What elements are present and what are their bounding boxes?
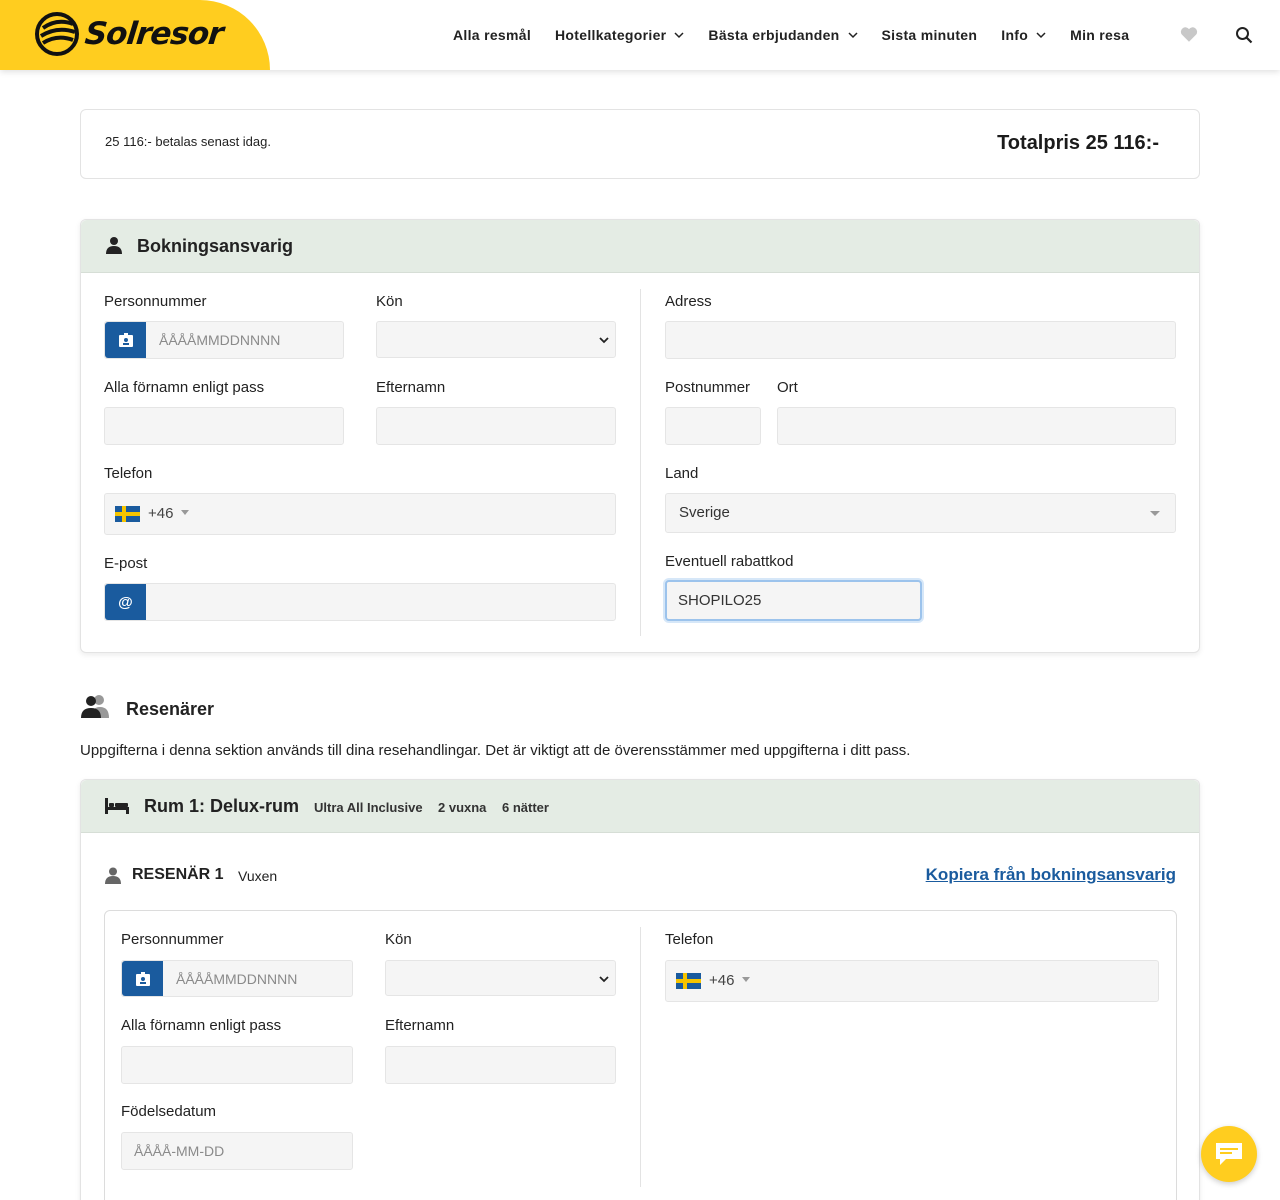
users-icon	[81, 695, 109, 718]
caret-down-icon	[742, 977, 750, 982]
chevron-down-icon	[599, 337, 609, 344]
personnummer-label: Personnummer	[104, 293, 207, 310]
city-label: Ort	[777, 379, 798, 396]
phone-dial-code: +46	[709, 972, 735, 989]
country-label: Land	[665, 465, 699, 482]
room-card-header: Rum 1: Delux-rum Ultra All Inclusive 2 v…	[81, 780, 1199, 833]
chevron-down-icon	[1036, 32, 1046, 39]
nav-label: Alla resmål	[453, 27, 532, 43]
firstnames-input[interactable]	[104, 407, 344, 445]
id-card-icon	[122, 961, 163, 996]
caret-down-icon	[181, 510, 189, 515]
main-nav: Alla resmål Hotellkategorier Bästa erbju…	[453, 0, 1153, 70]
booker-card-header: Bokningsansvarig	[81, 220, 1199, 273]
room-card: Rum 1: Delux-rum Ultra All Inclusive 2 v…	[80, 779, 1200, 1200]
chevron-down-icon	[848, 32, 858, 39]
brand-name: Solresor	[83, 16, 225, 52]
nav-label: Sista minuten	[881, 27, 978, 43]
birthdate-label: Födelsedatum	[121, 1103, 217, 1120]
personnummer-placeholder: ÅÅÅÅMMDDNNNN	[159, 332, 281, 348]
discount-label: Eventuell rabattkod	[665, 553, 794, 570]
room-title: Rum 1: Delux-rum	[144, 796, 300, 816]
lastname-label: Efternamn	[376, 379, 446, 396]
at-sign-icon: @	[105, 584, 146, 620]
firstnames-label: Alla förnamn enligt pass	[121, 1017, 282, 1034]
user-icon	[106, 237, 122, 254]
heart-icon[interactable]	[1180, 26, 1198, 43]
zip-input[interactable]	[665, 407, 761, 445]
nav-item-hotel-categories[interactable]: Hotellkategorier	[555, 27, 684, 43]
id-card-icon	[105, 322, 146, 358]
gender-select[interactable]	[376, 321, 616, 358]
traveller-lastname-input[interactable]	[385, 1046, 616, 1084]
personnummer-placeholder: ÅÅÅÅMMDDNNNN	[176, 971, 298, 987]
firstnames-label: Alla förnamn enligt pass	[104, 379, 265, 396]
sweden-flag-icon[interactable]	[115, 506, 140, 522]
city-input[interactable]	[777, 407, 1176, 445]
phone-input[interactable]: +46	[104, 493, 616, 535]
nav-label: Bästa erbjudanden	[708, 27, 840, 43]
nav-label: Info	[1001, 27, 1029, 43]
site-header: Solresor Alla resmål Hotellkategorier Bä…	[0, 0, 1280, 70]
search-icon[interactable]	[1235, 26, 1253, 44]
nav-label: Min resa	[1070, 27, 1130, 43]
nav-item-destinations[interactable]: Alla resmål	[453, 27, 531, 43]
chat-button[interactable]	[1201, 1126, 1257, 1182]
brand-logo[interactable]: Solresor	[33, 10, 225, 58]
nav-label: Hotellkategorier	[555, 27, 667, 43]
email-label: E-post	[104, 555, 148, 572]
phone-label: Telefon	[665, 931, 714, 948]
price-summary: 25 116:- betalas senast idag. Totalpris …	[80, 109, 1200, 179]
nav-item-last-minute[interactable]: Sista minuten	[882, 27, 978, 43]
traveller-type: Vuxen	[238, 868, 278, 884]
address-input[interactable]	[665, 321, 1176, 359]
discount-input[interactable]: SHOPILO25	[665, 580, 922, 621]
travellers-description: Uppgifterna i denna sektion används till…	[80, 742, 911, 759]
personnummer-label: Personnummer	[121, 931, 224, 948]
phone-dial-code: +46	[148, 505, 174, 522]
discount-value: SHOPILO25	[678, 592, 762, 609]
column-divider	[640, 289, 641, 636]
gender-label: Kön	[376, 293, 403, 310]
caret-down-icon	[1150, 511, 1160, 516]
payment-deadline-note: 25 116:- betalas senast idag.	[105, 134, 271, 149]
email-input[interactable]: @	[104, 583, 616, 621]
column-divider	[640, 927, 641, 1187]
nav-item-my-trip[interactable]: Min resa	[1070, 27, 1129, 43]
traveller-phone-input[interactable]: +46	[665, 960, 1159, 1002]
room-board: Ultra All Inclusive	[314, 800, 423, 815]
zip-label: Postnummer	[665, 379, 751, 396]
lastname-input[interactable]	[376, 407, 616, 445]
chat-bubble-icon	[1216, 1143, 1242, 1165]
gender-label: Kön	[385, 931, 412, 948]
traveller-birthdate-input[interactable]: ÅÅÅÅ-MM-DD	[121, 1132, 353, 1170]
nav-item-info[interactable]: Info	[1001, 27, 1046, 43]
traveller-title: RESENÄR 1	[132, 866, 224, 883]
personnummer-input[interactable]: ÅÅÅÅMMDDNNNN	[104, 321, 344, 359]
lastname-label: Efternamn	[385, 1017, 455, 1034]
booker-title: Bokningsansvarig	[137, 236, 294, 256]
chevron-down-icon	[599, 976, 609, 983]
birthdate-placeholder: ÅÅÅÅ-MM-DD	[134, 1143, 225, 1159]
bed-icon	[105, 798, 129, 814]
travellers-title: Resenärer	[126, 699, 215, 719]
nav-item-best-offers[interactable]: Bästa erbjudanden	[708, 27, 858, 43]
total-price: Totalpris 25 116:-	[997, 132, 1159, 154]
country-select[interactable]: Sverige	[665, 493, 1176, 533]
copy-from-booker-link[interactable]: Kopiera från bokningsansvarig	[926, 865, 1176, 885]
user-icon	[105, 867, 121, 884]
traveller-form: Personnummer ÅÅÅÅMMDDNNNN Kön Alla förna…	[104, 910, 1177, 1200]
traveller-firstnames-input[interactable]	[121, 1046, 353, 1084]
country-value: Sverige	[679, 504, 730, 521]
sweden-flag-icon[interactable]	[676, 973, 701, 989]
traveller-gender-select[interactable]	[385, 960, 616, 996]
chevron-down-icon	[674, 32, 684, 39]
sun-logo-icon	[35, 12, 79, 56]
room-nights: 6 nätter	[502, 800, 549, 815]
address-label: Adress	[665, 293, 712, 310]
room-guests: 2 vuxna	[438, 800, 487, 815]
booker-card: Bokningsansvarig Personnummer ÅÅÅÅMMDDNN…	[80, 219, 1200, 653]
phone-label: Telefon	[104, 465, 153, 482]
traveller-personnummer-input[interactable]: ÅÅÅÅMMDDNNNN	[121, 960, 353, 997]
